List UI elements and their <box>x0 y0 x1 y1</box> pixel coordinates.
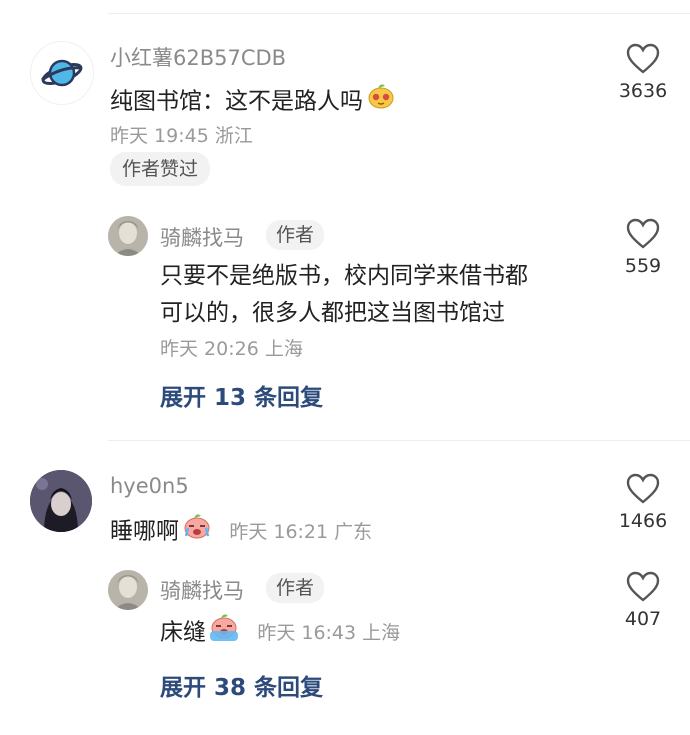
heart-icon <box>626 473 660 504</box>
reply-text-line: 可以的，很多人都把这当图书馆过 <box>160 300 505 326</box>
like-count: 559 <box>624 255 662 277</box>
top-divider <box>108 13 690 14</box>
comment-username[interactable]: hye0n5 <box>110 474 189 498</box>
reply-time-location: 昨天 20:26 上海 <box>160 338 303 360</box>
portrait-avatar-image <box>108 570 148 610</box>
like-button[interactable]: 407 <box>603 571 683 630</box>
avatar[interactable] <box>108 570 148 610</box>
sobbing-face-emoji <box>208 612 240 654</box>
avatar[interactable] <box>108 216 148 256</box>
portrait-avatar-image <box>108 216 148 256</box>
reply-username[interactable]: 骑麟找马 <box>160 222 244 252</box>
reply-text-line: 只要不是绝版书，校内同学来借书都 <box>160 263 528 289</box>
author-tag: 作者 <box>266 220 325 250</box>
reply-text: 床缝 昨天 16:43 上海 <box>160 612 400 654</box>
reply-username[interactable]: 骑麟找马 <box>160 575 244 605</box>
comment-text-body: 纯图书馆：这不是路人吗 <box>110 88 363 115</box>
avatar[interactable] <box>30 470 92 532</box>
heart-icon <box>626 571 660 602</box>
author-tag: 作者 <box>266 573 325 603</box>
planet-icon <box>41 59 83 87</box>
heart-icon <box>626 218 660 249</box>
portrait-avatar-image <box>30 470 92 532</box>
comment-text-body: 睡哪啊 <box>110 518 179 545</box>
avatar[interactable] <box>30 41 94 105</box>
comment-time-location: 昨天 16:21 广东 <box>229 520 373 543</box>
comment-divider <box>108 440 690 441</box>
author-liked-badge: 作者赞过 <box>110 152 211 186</box>
comment-time-location: 昨天 19:45 浙江 <box>110 125 253 147</box>
heart-icon <box>626 43 660 74</box>
like-count: 3636 <box>618 80 668 102</box>
comment-text: 纯图书馆：这不是路人吗 <box>110 81 396 123</box>
comment-username[interactable]: 小红薯62B57CDB <box>110 42 286 72</box>
expand-replies-link[interactable]: 展开 13 条回复 <box>160 378 323 412</box>
like-count: 407 <box>624 608 662 630</box>
comment-text: 睡哪啊 昨天 16:21 广东 <box>110 511 372 553</box>
like-button[interactable]: 3636 <box>603 43 683 102</box>
reply-text-body: 床缝 <box>160 619 206 646</box>
like-count: 1466 <box>618 510 668 532</box>
expand-replies-link[interactable]: 展开 38 条回复 <box>160 668 323 702</box>
like-button[interactable]: 559 <box>603 218 683 277</box>
like-button[interactable]: 1466 <box>603 473 683 532</box>
reply-time-location: 昨天 16:43 上海 <box>257 621 401 644</box>
crying-face-emoji <box>182 511 212 553</box>
crying-face-emoji <box>366 81 396 123</box>
